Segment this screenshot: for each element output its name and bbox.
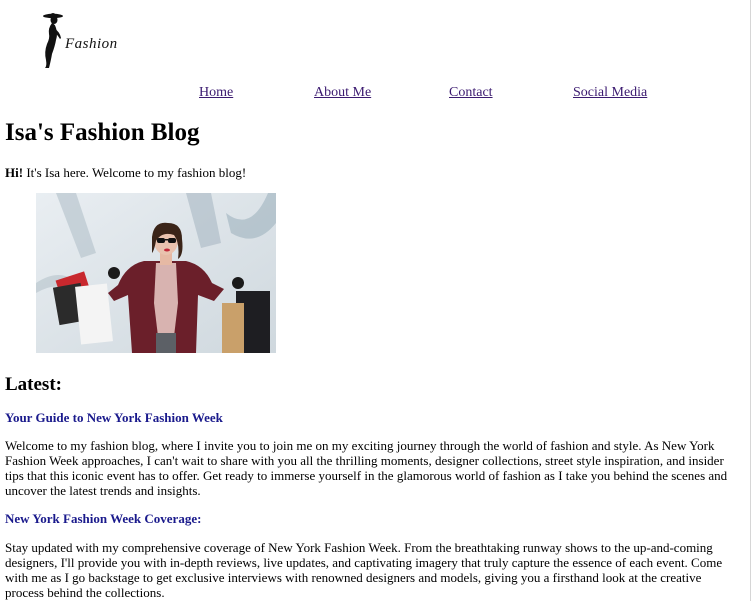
page-title: Isa's Fashion Blog: [5, 119, 200, 146]
intro-text: Hi! It's Isa here. Welcome to my fashion…: [5, 165, 246, 181]
nav-social-media-link[interactable]: Social Media: [573, 85, 647, 101]
main-nav: Home About Me Contact Social Media: [0, 85, 751, 103]
nav-about-me-link[interactable]: About Me: [314, 85, 371, 101]
post-body: Stay updated with my comprehensive cover…: [5, 540, 723, 600]
post-title: Your Guide to New York Fashion Week: [5, 410, 223, 425]
logo-text: Fashion: [65, 36, 118, 52]
post-title: New York Fashion Week Coverage:: [5, 511, 202, 526]
intro-message: It's Isa here. Welcome to my fashion blo…: [23, 165, 247, 180]
shopping-woman-image: [36, 193, 276, 353]
intro-greeting: Hi!: [5, 165, 24, 180]
page: Fashion Home About Me Contact Social Med…: [0, 0, 751, 601]
latest-heading: Latest:: [5, 374, 62, 395]
fashion-logo[interactable]: Fashion: [40, 10, 120, 70]
nav-home-link[interactable]: Home: [199, 85, 233, 101]
post-body: Welcome to my fashion blog, where I invi…: [5, 438, 728, 498]
hero-image: [36, 193, 276, 353]
nav-contact-link[interactable]: Contact: [449, 85, 493, 101]
